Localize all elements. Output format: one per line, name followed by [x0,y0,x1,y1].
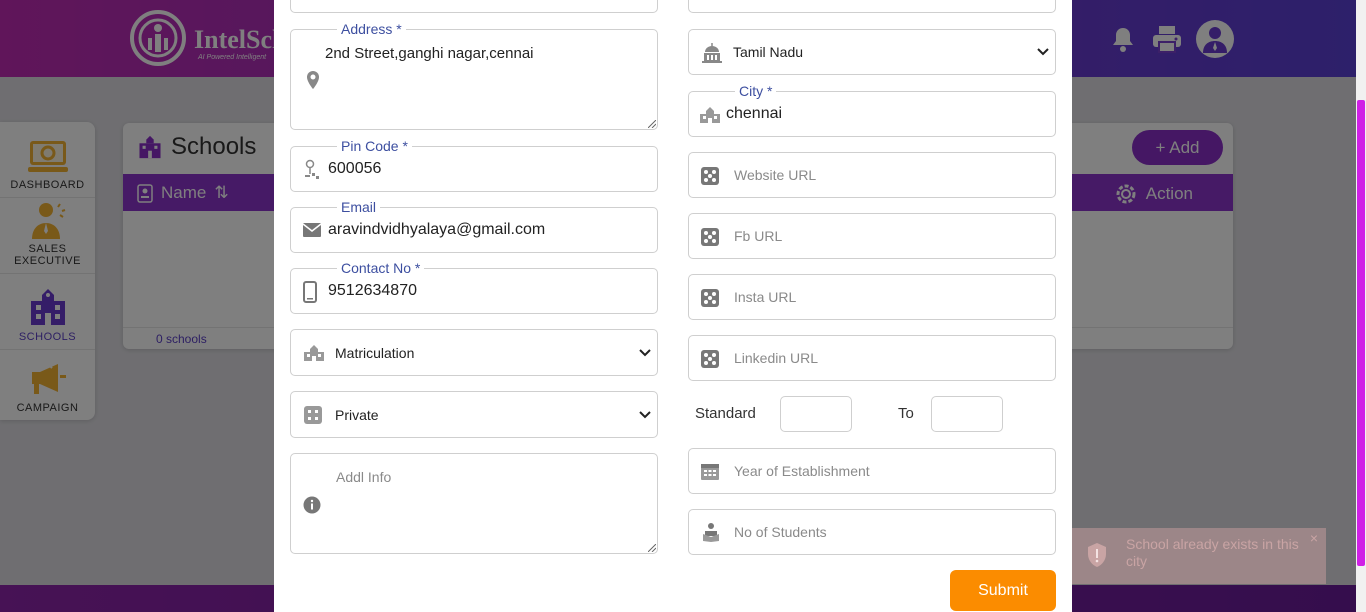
toast-message: School already exists in this city [1126,536,1299,569]
city-field[interactable]: City * chennai [688,82,1056,137]
city-value: chennai [726,105,783,122]
shield-alert-icon [1088,543,1106,567]
no-of-students-placeholder: No of Students [734,524,827,540]
instagram-grid-icon [701,289,719,307]
standard-to-input[interactable] [931,396,1003,432]
page-scrollbar[interactable] [1356,0,1366,612]
facebook-grid-icon [701,228,719,246]
insta-url-placeholder: Insta URL [734,289,797,305]
contact-value: 9512634870 [328,282,417,299]
error-toast: School already exists in this city × [1072,528,1326,584]
school-type-select[interactable]: Private [290,391,658,438]
addl-info-placeholder: Addl Info [336,469,392,485]
info-icon [303,496,321,514]
toast-close-button[interactable]: × [1310,530,1318,546]
fb-url-placeholder: Fb URL [734,228,783,244]
year-established-placeholder: Year of Establishment [734,463,870,479]
submit-button[interactable]: Submit [950,570,1056,611]
addl-info-field[interactable]: Addl Info [290,453,658,554]
chevron-down-icon [1037,48,1049,56]
add-school-modal: Address * 2nd Street,ganghi nagar,cennai… [274,0,1072,612]
email-field[interactable]: Email aravindvidhyalaya@gmail.com [290,198,658,253]
student-reading-icon [703,523,719,542]
resize-handle-icon[interactable] [648,120,656,128]
map-pin-icon [307,71,319,89]
address-field[interactable]: Address * 2nd Street,ganghi nagar,cennai [290,20,658,130]
email-value: aravindvidhyalaya@gmail.com [328,221,546,238]
city-building-icon [700,107,720,123]
pincode-label: Pin Code * [337,137,412,155]
scrollbar-thumb[interactable] [1357,100,1365,566]
state-selected: Tamil Nadu [733,44,804,60]
linkedin-grid-icon [701,350,719,368]
standard-from-input[interactable] [780,396,852,432]
contact-label: Contact No * [337,259,425,277]
mobile-phone-icon [303,281,317,303]
address-label: Address * [337,20,406,38]
board-selected: Matriculation [335,344,415,361]
year-established-field[interactable]: Year of Establishment [688,448,1056,494]
location-pin-icon [305,159,319,179]
clipped-field-left[interactable] [290,0,658,13]
linkedin-url-placeholder: Linkedin URL [734,350,819,366]
standard-label: Standard [695,405,756,422]
school-type-selected: Private [335,406,379,423]
calendar-icon [701,464,719,480]
envelope-icon [303,223,321,237]
resize-handle-icon[interactable] [648,544,656,552]
building-grid-icon [304,406,322,424]
fb-url-field[interactable]: Fb URL [688,213,1056,259]
government-building-icon [702,43,722,63]
city-label: City * [735,82,777,100]
linkedin-url-field[interactable]: Linkedin URL [688,335,1056,381]
globe-grid-icon [701,167,719,185]
website-url-field[interactable]: Website URL [688,152,1056,198]
insta-url-field[interactable]: Insta URL [688,274,1056,320]
email-label: Email [337,198,381,216]
contact-field[interactable]: Contact No * 9512634870 [290,259,658,314]
address-value: 2nd Street,ganghi nagar,cennai [325,45,534,62]
website-url-placeholder: Website URL [734,167,817,183]
board-select[interactable]: Matriculation [290,329,658,376]
no-of-students-field[interactable]: No of Students [688,509,1056,555]
state-select[interactable]: Tamil Nadu [688,29,1056,75]
chevron-down-icon [639,410,651,418]
school-building-icon [304,345,324,361]
chevron-down-icon [639,348,651,356]
pincode-value: 600056 [328,160,382,177]
clipped-field-right[interactable] [688,0,1056,13]
standard-to-label: To [898,405,914,422]
pincode-field[interactable]: Pin Code * 600056 [290,137,658,192]
